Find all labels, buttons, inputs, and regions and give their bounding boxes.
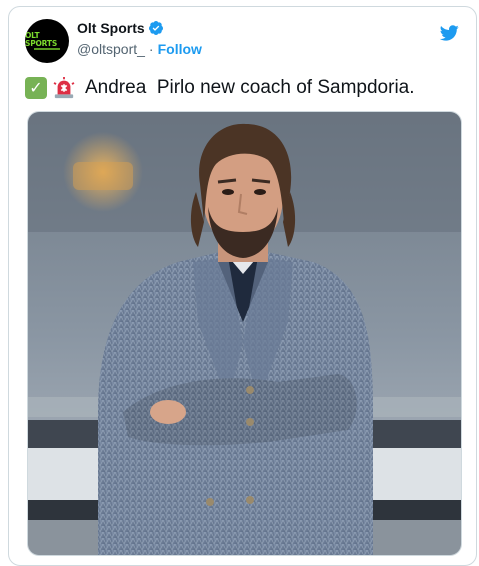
photo-image [28, 112, 461, 555]
separator-dot: · [148, 41, 154, 57]
tweet-header: OLT SPORTS Olt Sports @oltsport_ · Follo… [25, 19, 460, 65]
display-name[interactable]: Olt Sports [77, 20, 145, 36]
handle-row: @oltsport_ · Follow [77, 41, 202, 57]
check-mark-emoji-icon: ✓ [25, 77, 47, 99]
name-row: Olt Sports [77, 20, 164, 36]
handle[interactable]: @oltsport_ [77, 41, 145, 57]
tweet-body-text: Andrea Pirlo new coach of Sampdoria. [85, 77, 415, 98]
avatar-logo-underline [34, 48, 60, 50]
avatar[interactable]: OLT SPORTS [25, 19, 69, 63]
tweet-card[interactable]: OLT SPORTS Olt Sports @oltsport_ · Follo… [8, 6, 477, 566]
avatar-logo-text: OLT SPORTS [25, 31, 58, 48]
siren-emoji-icon [53, 77, 75, 99]
verified-badge-icon [148, 21, 163, 35]
tweet-photo[interactable] [27, 111, 462, 556]
tweet-text: ✓ Andrea Pirlo new coach of Sampdoria. [25, 77, 464, 99]
twitter-bird-icon[interactable] [438, 23, 460, 43]
follow-button[interactable]: Follow [158, 41, 202, 57]
